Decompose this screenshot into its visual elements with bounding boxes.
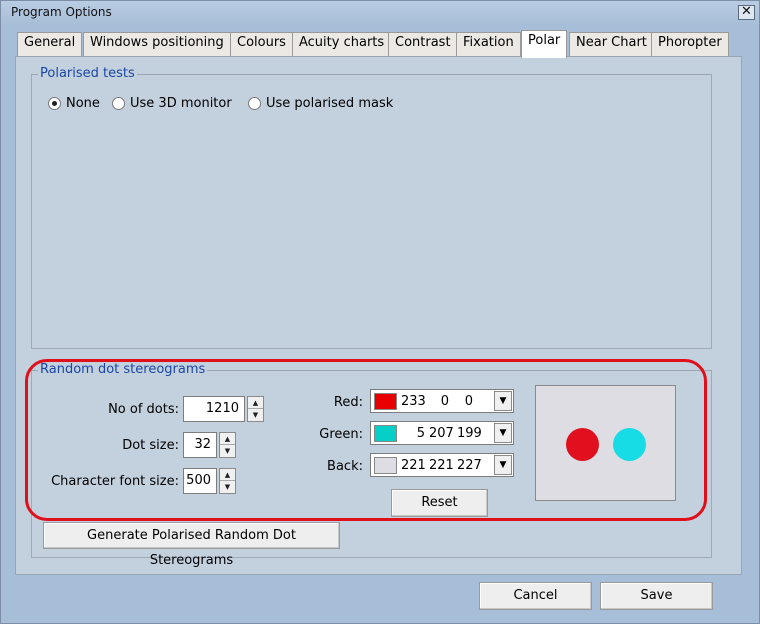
tab-colours[interactable]: Colours <box>230 32 293 56</box>
radio-3d-monitor-label: Use 3D monitor <box>130 96 232 111</box>
red-g-value: 0 <box>440 394 449 409</box>
chevron-down-icon[interactable]: ▼ <box>494 455 512 475</box>
chevron-down-icon[interactable]: ▼ <box>494 423 512 443</box>
window-title: Program Options <box>11 5 112 19</box>
radio-selected-icon[interactable] <box>48 97 61 110</box>
back-g-value: 221 <box>429 458 454 473</box>
program-options-window: Program Options ✕ General Windows positi… <box>0 0 760 624</box>
no-of-dots-input[interactable]: 1210 <box>183 396 245 422</box>
green-g-value: 207 <box>429 426 454 441</box>
random-dot-stereograms-title: Random dot stereograms <box>38 362 208 377</box>
tab-contrast[interactable]: Contrast <box>388 32 458 56</box>
close-icon[interactable]: ✕ <box>738 5 755 20</box>
green-swatch <box>374 425 397 442</box>
polarised-tests-group: Polarised tests <box>31 66 712 349</box>
spin-down-icon[interactable]: ▼ <box>248 409 263 421</box>
green-b-value: 199 <box>457 426 482 441</box>
back-swatch <box>374 457 397 474</box>
green-dot-preview <box>613 428 646 461</box>
character-font-size-input[interactable]: 500 <box>183 468 217 494</box>
radio-none-label: None <box>66 96 100 111</box>
tab-phoropter[interactable]: Phoropter <box>651 32 729 56</box>
radio-polarised-mask-label: Use polarised mask <box>266 96 394 111</box>
green-r-value: 5 <box>416 426 425 441</box>
tab-fixation[interactable]: Fixation <box>456 32 521 56</box>
red-b-value: 0 <box>464 394 473 409</box>
green-label: Green: <box>319 427 363 442</box>
tab-polar[interactable]: Polar <box>521 30 568 58</box>
radio-polarised-mask[interactable]: Use polarised mask <box>248 96 393 111</box>
red-dot-preview <box>566 428 599 461</box>
character-font-size-spinner[interactable]: ▲ ▼ <box>219 468 236 494</box>
red-colour-select[interactable]: 233 0 0 ▼ <box>370 389 514 413</box>
dot-size-spinner[interactable]: ▲ ▼ <box>219 432 236 458</box>
spin-down-icon[interactable]: ▼ <box>220 445 235 457</box>
radio-unselected-icon[interactable] <box>112 97 125 110</box>
stereogram-preview <box>535 385 676 501</box>
back-label: Back: <box>327 459 363 474</box>
back-r-value: 221 <box>401 458 426 473</box>
red-r-value: 233 <box>401 394 426 409</box>
back-b-value: 227 <box>457 458 482 473</box>
tab-general[interactable]: General <box>17 32 83 56</box>
dot-size-input[interactable]: 32 <box>183 432 217 458</box>
reset-button[interactable]: Reset <box>391 489 488 517</box>
dot-size-label: Dot size: <box>122 438 179 453</box>
no-of-dots-spinner[interactable]: ▲ ▼ <box>247 396 264 422</box>
spin-up-icon[interactable]: ▲ <box>220 469 235 481</box>
tab-windows-positioning[interactable]: Windows positioning <box>83 32 231 56</box>
polarised-tests-title: Polarised tests <box>38 66 137 81</box>
no-of-dots-label: No of dots: <box>108 402 179 417</box>
chevron-down-icon[interactable]: ▼ <box>494 391 512 411</box>
green-colour-select[interactable]: 5 207 199 ▼ <box>370 421 514 445</box>
spin-down-icon[interactable]: ▼ <box>220 481 235 493</box>
radio-unselected-icon[interactable] <box>248 97 261 110</box>
red-swatch <box>374 393 397 410</box>
save-button[interactable]: Save <box>600 582 713 610</box>
cancel-button[interactable]: Cancel <box>479 582 592 610</box>
radio-3d-monitor[interactable]: Use 3D monitor <box>112 96 232 111</box>
spin-up-icon[interactable]: ▲ <box>220 433 235 445</box>
radio-none[interactable]: None <box>48 96 100 111</box>
generate-polarised-rds-button[interactable]: Generate Polarised Random Dot Stereogram… <box>43 522 340 568</box>
spin-up-icon[interactable]: ▲ <box>248 397 263 409</box>
red-label: Red: <box>333 395 363 410</box>
title-bar: Program Options ✕ <box>1 1 759 25</box>
character-font-size-label: Character font size: <box>51 474 179 489</box>
tab-near-chart[interactable]: Near Chart <box>569 32 654 56</box>
tab-acuity-charts[interactable]: Acuity charts <box>292 32 392 56</box>
back-colour-select[interactable]: 221 221 227 ▼ <box>370 453 514 477</box>
